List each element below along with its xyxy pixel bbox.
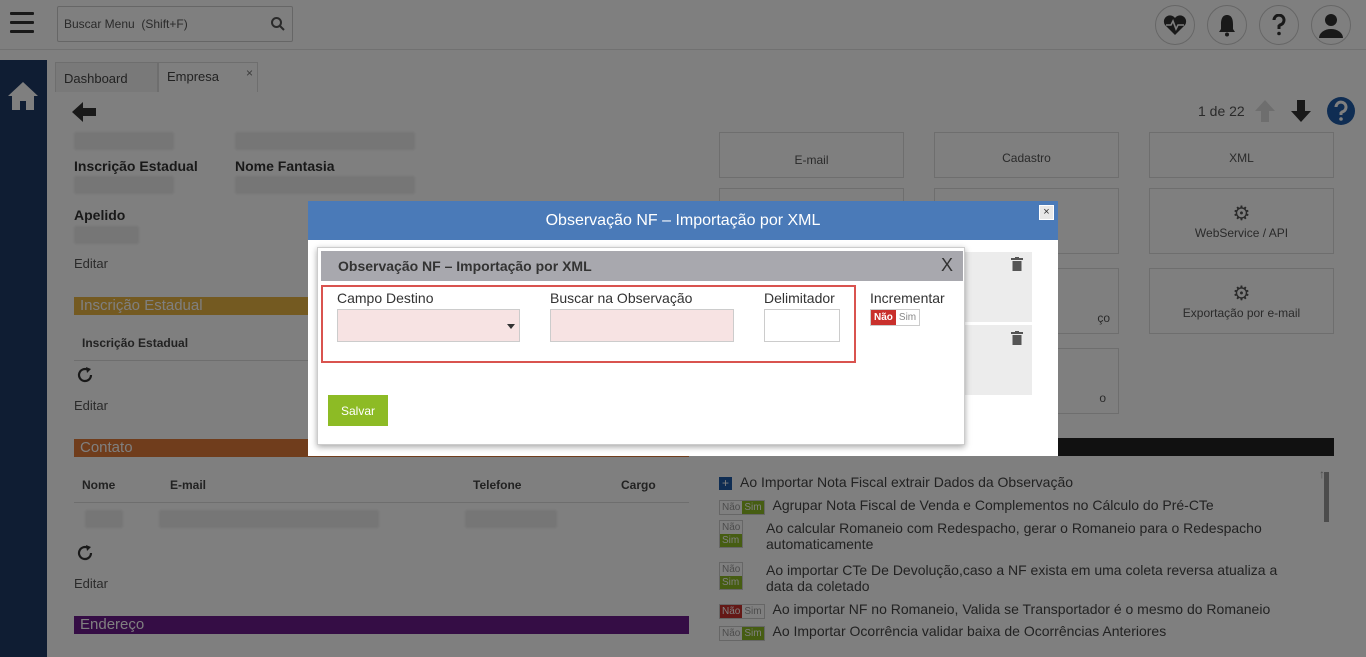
save-button[interactable]: Salvar	[328, 395, 388, 426]
delimitador-label: Delimitador	[764, 290, 835, 306]
toggle-no[interactable]: Não	[871, 310, 896, 325]
xml-observation-dialog: Observação NF – Importação por XML × Obs…	[308, 201, 1058, 456]
campo-destino-label: Campo Destino	[337, 290, 434, 306]
campo-destino-select[interactable]	[337, 309, 520, 342]
dialog-title: Observação NF – Importação por XML	[308, 201, 1058, 240]
edit-observation-dialog: Observação NF – Importação por XML X Cam…	[317, 247, 965, 445]
incrementar-toggle[interactable]: Não Sim	[870, 309, 921, 326]
inner-dialog-title: Observação NF – Importação por XML	[338, 258, 592, 274]
buscar-input[interactable]	[550, 309, 734, 342]
toggle-yes[interactable]: Sim	[895, 310, 920, 325]
delimitador-input[interactable]	[764, 309, 840, 342]
buscar-label: Buscar na Observação	[550, 290, 693, 306]
trash-icon[interactable]	[1011, 331, 1023, 345]
inner-dialog-header: Observação NF – Importação por XML X	[321, 251, 963, 281]
trash-icon[interactable]	[1011, 257, 1023, 271]
close-icon[interactable]: X	[941, 255, 953, 275]
close-icon[interactable]: ×	[1039, 205, 1054, 220]
incrementar-label: Incrementar	[870, 290, 945, 306]
chevron-down-icon	[507, 324, 515, 329]
